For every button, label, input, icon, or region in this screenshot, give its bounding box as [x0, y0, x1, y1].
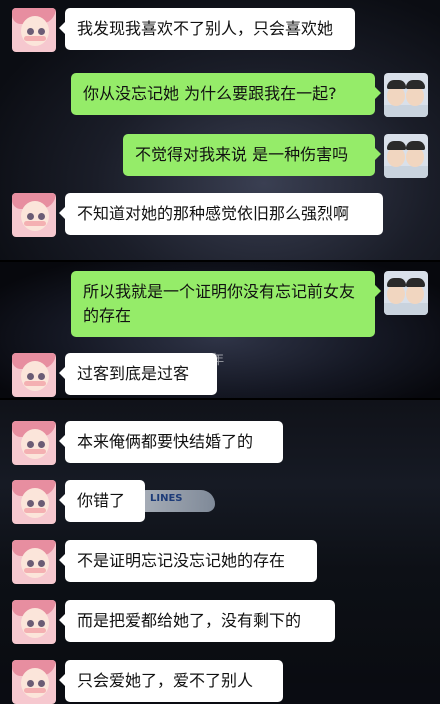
message-bubble[interactable]: 只会爱她了，爱不了别人 — [59, 660, 283, 702]
message-bubble[interactable]: 而是把爱都给她了，没有剩下的 — [59, 600, 335, 642]
message-row: 而是把爱都给她了，没有剩下的 — [12, 600, 344, 644]
message-bubble[interactable]: 不是证明忘记没忘记她的存在 — [59, 540, 317, 582]
message-row: 你从没忘记她 为什么要跟我在一起? — [62, 73, 428, 117]
pink-girl-avatar[interactable] — [12, 600, 56, 644]
message-row: 过客到底是过客 — [12, 353, 226, 397]
message-row: 不是证明忘记没忘记她的存在 — [12, 540, 326, 584]
message-bubble[interactable]: 不知道对她的那种感觉依旧那么强烈啊 — [59, 193, 383, 235]
pink-girl-avatar[interactable] — [12, 540, 56, 584]
pink-girl-avatar[interactable] — [12, 353, 56, 397]
message-bubble[interactable]: 你从没忘记她 为什么要跟我在一起? — [71, 73, 381, 115]
airplane-livery-text: LINES — [150, 493, 183, 504]
pink-girl-avatar[interactable] — [12, 660, 56, 704]
couple-avatar[interactable] — [384, 134, 428, 178]
pink-girl-avatar[interactable] — [12, 480, 56, 524]
message-row: 本来俺俩都要快结婚了的 — [12, 421, 292, 465]
message-row: 你错了 — [12, 480, 154, 524]
message-bubble[interactable]: 我发现我喜欢不了别人，只会喜欢她 — [59, 8, 355, 50]
message-bubble[interactable]: 过客到底是过客 — [59, 353, 217, 395]
message-row: 不知道对她的那种感觉依旧那么强烈啊 — [12, 193, 392, 237]
pink-girl-avatar[interactable] — [12, 8, 56, 52]
message-row: 只会爱她了，爱不了别人 — [12, 660, 292, 704]
message-bubble[interactable]: 不觉得对我来说 是一种伤害吗 — [123, 134, 381, 176]
message-bubble[interactable]: 你错了 — [59, 480, 145, 522]
pink-girl-avatar[interactable] — [12, 421, 56, 465]
message-row: 我发现我喜欢不了别人，只会喜欢她 — [12, 8, 364, 52]
message-row: 不觉得对我来说 是一种伤害吗 — [114, 134, 428, 178]
message-bubble[interactable]: 本来俺俩都要快结婚了的 — [59, 421, 283, 463]
pink-girl-avatar[interactable] — [12, 193, 56, 237]
message-bubble[interactable]: 所以我就是一个证明你没有忘记前女友的存在 — [71, 271, 381, 337]
message-row: 所以我就是一个证明你没有忘记前女友的存在 — [62, 271, 428, 337]
couple-avatar[interactable] — [384, 271, 428, 315]
couple-avatar[interactable] — [384, 73, 428, 117]
